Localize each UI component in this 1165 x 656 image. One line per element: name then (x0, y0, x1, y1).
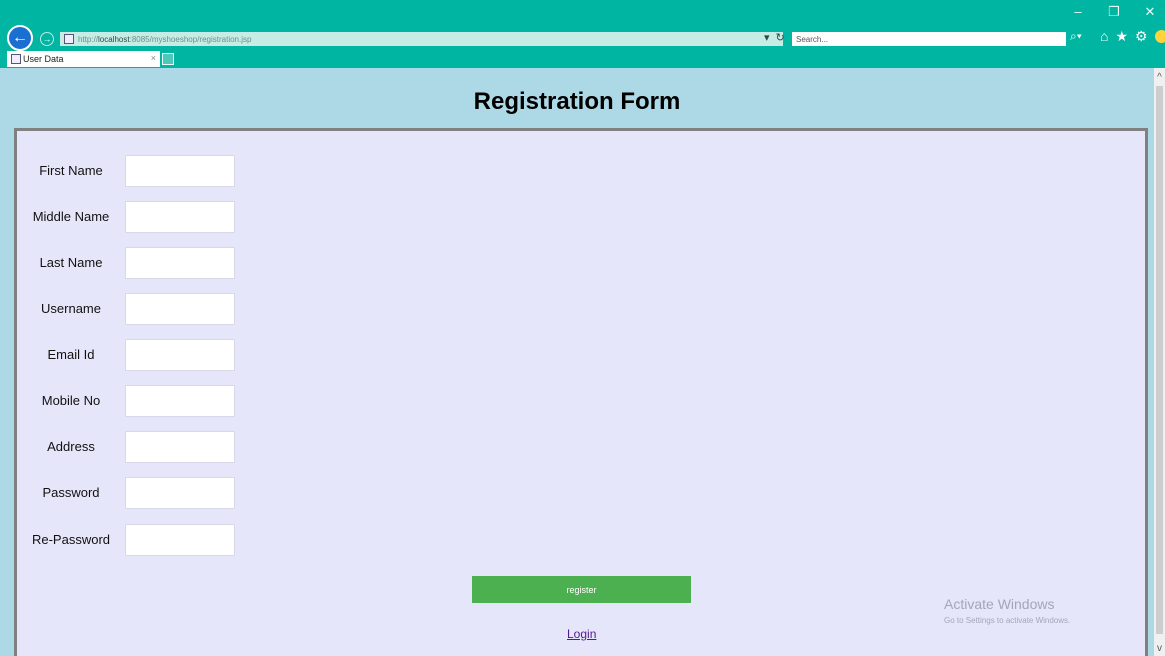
address-tools: ▾ ↻ (764, 31, 785, 44)
register-button[interactable]: register (472, 576, 691, 603)
search-input[interactable]: Search... (792, 32, 1066, 46)
tab-user-data[interactable]: User Data × (7, 51, 160, 67)
username-label: Username (41, 301, 101, 316)
field-row-mobile: Mobile No (17, 385, 317, 417)
restore-button[interactable]: ❐ (1107, 4, 1121, 20)
url-prefix: http:// (78, 34, 99, 44)
middle-name-label: Middle Name (32, 209, 110, 224)
close-window-button[interactable]: ✕ (1143, 4, 1157, 20)
activate-windows-watermark: Activate Windows Go to Settings to activ… (944, 596, 1070, 625)
middle-name-input[interactable] (125, 201, 235, 233)
scroll-up-icon[interactable]: ^ (1154, 72, 1165, 83)
password-input[interactable] (125, 477, 235, 509)
back-button[interactable]: ← (7, 25, 33, 51)
registration-form: First Name Middle Name Last Name Usernam… (14, 128, 1148, 656)
vertical-scrollbar[interactable]: ^ v (1154, 68, 1165, 656)
browser-chrome: – ❐ ✕ ← → http://localhost:8085/myshoesh… (0, 0, 1165, 68)
tab-title: User Data (23, 54, 64, 64)
email-input[interactable] (125, 339, 235, 371)
window-controls: – ❐ ✕ (1071, 4, 1157, 20)
field-row-email: Email Id (17, 339, 317, 371)
page-viewport: Registration Form First Name Middle Name… (0, 68, 1154, 656)
page-title: Registration Form (473, 88, 681, 115)
scroll-thumb[interactable] (1156, 86, 1163, 634)
password-label: Password (42, 485, 100, 500)
settings-gear-icon[interactable]: ⚙ (1135, 28, 1148, 45)
search-button[interactable]: ⌕▾ (1070, 29, 1082, 44)
tab-favicon-icon (11, 54, 21, 64)
address-input[interactable] (125, 431, 235, 463)
minimize-button[interactable]: – (1071, 4, 1085, 20)
url-path: :8085/myshoeshop/registration.jsp (129, 34, 252, 44)
first-name-input[interactable] (125, 155, 235, 187)
login-link[interactable]: Login (567, 627, 596, 641)
username-input[interactable] (125, 293, 235, 325)
feedback-smiley-icon[interactable] (1154, 30, 1165, 43)
address-bar[interactable]: http://localhost:8085/myshoeshop/registr… (60, 32, 783, 46)
new-tab-icon[interactable] (162, 53, 174, 65)
favorites-star-icon[interactable]: ★ (1115, 28, 1128, 45)
forward-button[interactable]: → (40, 32, 54, 46)
back-arrow-icon: ← (12, 29, 28, 46)
watermark-subtitle: Go to Settings to activate Windows. (944, 616, 1071, 625)
refresh-icon[interactable]: ↻ (776, 31, 785, 44)
first-name-label: First Name (39, 163, 103, 178)
field-row-address: Address (17, 431, 317, 463)
search-placeholder: Search... (796, 34, 829, 44)
field-row-first-name: First Name (17, 155, 317, 187)
mobile-input[interactable] (125, 385, 235, 417)
last-name-input[interactable] (125, 247, 235, 279)
page-favicon-icon (64, 34, 74, 44)
forward-arrow-icon: → (42, 34, 52, 44)
email-label: Email Id (47, 347, 95, 362)
tab-close-icon[interactable]: × (151, 53, 156, 63)
field-row-re-password: Re-Password (17, 524, 317, 556)
re-password-label: Re-Password (31, 532, 111, 547)
watermark-title: Activate Windows (944, 596, 1055, 612)
scroll-down-icon[interactable]: v (1154, 643, 1165, 654)
field-row-password: Password (17, 477, 317, 509)
field-row-middle-name: Middle Name (17, 201, 317, 233)
address-label: Address (47, 439, 95, 454)
home-icon[interactable]: ⌂ (1100, 28, 1108, 45)
search-icon: ⌕▾ (1070, 29, 1082, 43)
dropdown-arrow-icon[interactable]: ▾ (764, 31, 770, 44)
field-row-last-name: Last Name (17, 247, 317, 279)
browser-toolbar: ⌂ ★ ⚙ (1100, 28, 1165, 45)
last-name-label: Last Name (39, 255, 103, 270)
field-row-username: Username (17, 293, 317, 325)
mobile-label: Mobile No (41, 393, 101, 408)
url-host: localhost (98, 34, 130, 44)
re-password-input[interactable] (125, 524, 235, 556)
